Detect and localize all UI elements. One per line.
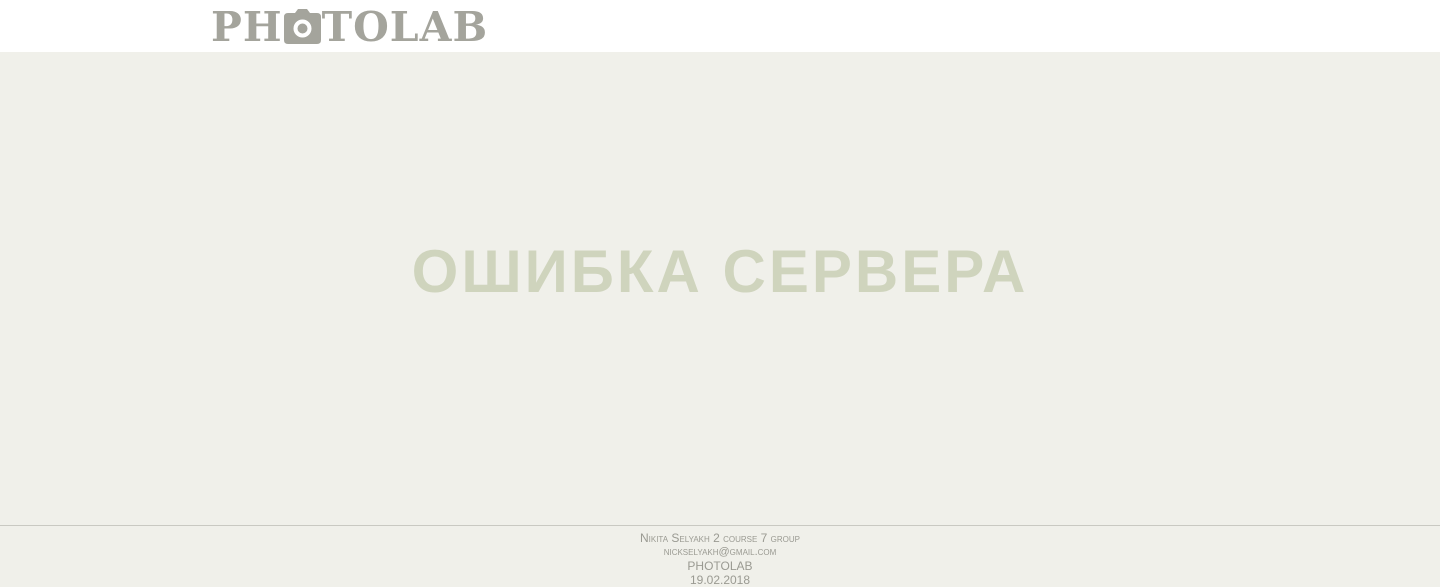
logo-text-end: TOLAB — [321, 3, 489, 51]
footer-email-link[interactable]: nickselyakh@gmail.com — [0, 545, 1440, 559]
footer-brand: PHOTOLAB — [687, 559, 753, 573]
main-content: ОШИБКА СЕРВЕРА — [0, 52, 1440, 525]
camera-icon — [283, 8, 321, 44]
footer-author: Nikita Selyakh 2 course 7 group — [639, 531, 801, 545]
logo-text-start: PH — [211, 3, 283, 51]
footer-date: 19.02.2018 — [689, 573, 751, 587]
photolab-logo[interactable]: PH TOLAB — [211, 3, 489, 51]
error-title: ОШИБКА СЕРВЕРА — [411, 238, 1029, 305]
site-header: PH TOLAB — [0, 0, 1440, 52]
site-footer: Nikita Selyakh 2 course 7 group nicksely… — [0, 525, 1440, 587]
